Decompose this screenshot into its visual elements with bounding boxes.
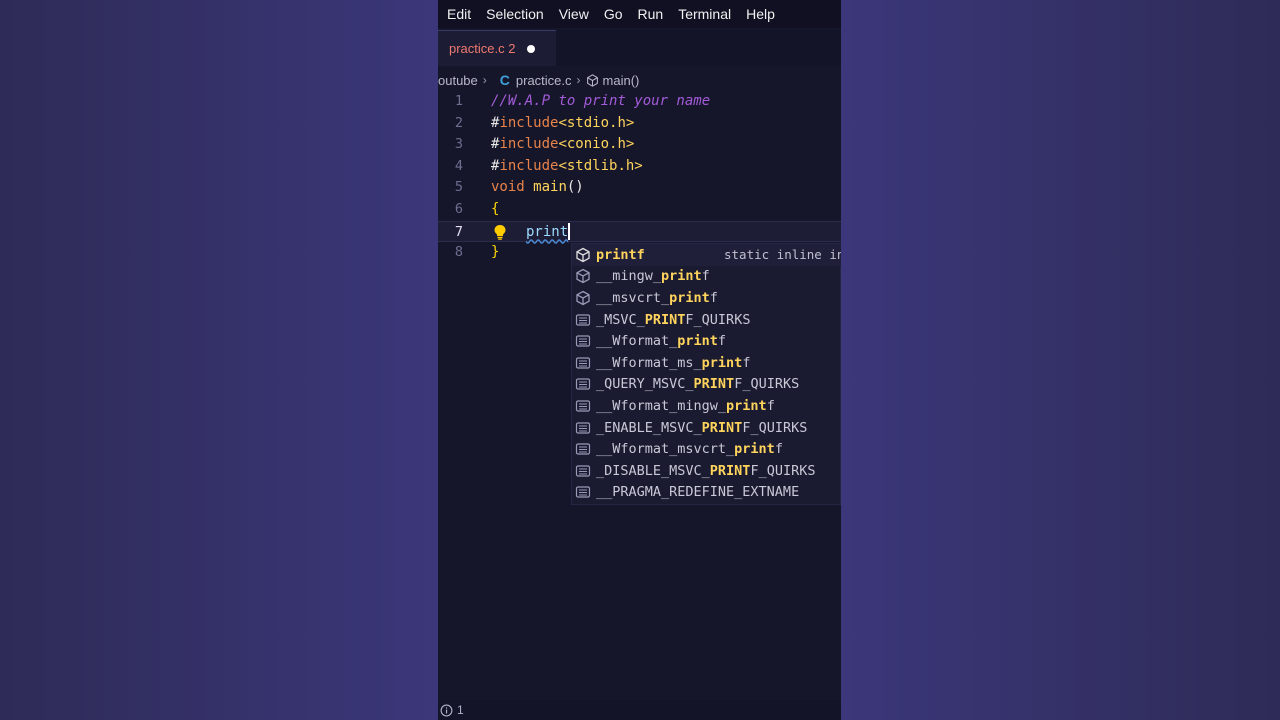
status-bar: 1 [438,700,841,720]
include-directive: #include<conio.h> [491,136,635,153]
tab-label: practice.c 2 [449,41,516,56]
suggestion-label: _DISABLE_MSVC_PRINTF_QUIRKS [596,462,816,479]
suggestion-item[interactable]: _DISABLE_MSVC_PRINTF_QUIRKS [572,460,841,482]
code-line: 5 void main() [438,177,841,198]
line-number: 6 [454,201,463,217]
method-cube-icon [576,269,590,284]
typed-text: print [526,223,569,240]
code-line-current: 7 print [438,220,841,243]
lightbulb-icon[interactable] [493,224,507,240]
include-directive: #include<stdio.h> [491,114,635,131]
menu-terminal[interactable]: Terminal [678,6,731,22]
main-declaration: void main() [491,179,584,196]
breadcrumb-file[interactable]: practice.c [516,73,572,88]
code-line: 2 #include<stdio.h> [438,113,841,134]
line-number: 3 [454,136,463,153]
text-keyword-icon [575,313,591,326]
text-keyword-icon [575,443,591,455]
autocomplete-suggestions: printf static inline in __mingw_printf __ms… [571,243,841,505]
line-number: 4 [454,157,463,174]
menu-edit[interactable]: Edit [447,6,471,22]
suggestion-label: __PRAGMA_REDEFINE_EXTNAME [596,484,800,501]
line-number: 7 [454,223,463,240]
text-cursor [568,223,571,241]
method-cube-icon [576,247,590,263]
suggestion-label: __mingw_printf [596,268,710,285]
suggestion-label: _QUERY_MSVC_PRINTF_QUIRKS [596,376,800,393]
close-brace: } [491,244,500,261]
background-left [0,0,438,720]
menu-view[interactable]: View [559,6,589,22]
suggestion-label: __Wformat_msvcrt_printf [596,441,783,458]
menu-go[interactable]: Go [604,6,623,22]
open-brace: { [491,201,500,217]
suggestion-item[interactable]: __Wformat_ms_printf [572,352,841,374]
line-number: 1 [454,93,463,109]
suggestion-label: _ENABLE_MSVC_PRINTF_QUIRKS [596,419,808,436]
text-keyword-icon [575,400,591,412]
text-keyword-icon [575,357,591,369]
chevron-right-icon: › [576,73,581,87]
suggestion-item[interactable]: _MSVC_PRINTF_QUIRKS [572,309,841,331]
menu-bar: Edit Selection View Go Run Terminal Help [438,0,841,28]
code-line: 4 #include<stdlib.h> [438,156,841,177]
text-keyword-icon [575,335,591,347]
suggestion-item[interactable]: __Wformat_msvcrt_printf [572,438,841,460]
suggestion-label: __Wformat_ms_printf [596,354,751,371]
code-line: 1 //W.A.P to print your name [438,91,841,112]
line-number: 5 [454,179,463,196]
suggestion-item[interactable]: __Wformat_printf [572,330,841,352]
breadcrumb-folder[interactable]: outube [438,73,478,88]
text-keyword-icon [575,378,591,390]
menu-selection[interactable]: Selection [486,6,544,22]
menu-run[interactable]: Run [638,6,664,22]
tab-bar: practice.c 2 [438,30,841,66]
line-number: 8 [454,244,463,261]
suggestion-item[interactable]: __msvcrt_printf [572,287,841,309]
suggestion-label: __msvcrt_printf [596,289,718,306]
code-editor-window: Edit Selection View Go Run Terminal Help… [438,0,841,720]
menu-help[interactable]: Help [746,6,775,22]
include-directive: #include<stdlib.h> [491,157,643,174]
suggestion-item[interactable]: printf static inline in [572,244,841,266]
method-cube-icon [586,73,598,87]
text-keyword-icon [575,421,591,434]
suggestion-item[interactable]: _QUERY_MSVC_PRINTF_QUIRKS [572,374,841,396]
suggestion-item[interactable]: __Wformat_mingw_printf [572,395,841,417]
info-count[interactable]: 1 [457,703,464,717]
comment-text: //W.A.P to print your name [491,93,711,109]
c-file-icon: C [499,72,510,88]
method-cube-icon [576,290,590,306]
suggestion-detail: static inline in [724,247,841,263]
line-number: 2 [454,114,463,131]
breadcrumb-symbol[interactable]: main() [603,73,640,88]
unsaved-dot-icon[interactable] [527,44,536,53]
code-line: 3 #include<conio.h> [438,134,841,155]
typing-line: print [526,222,571,243]
suggestion-label: __Wformat_printf [596,333,727,350]
suggestion-label: __Wformat_mingw_printf [596,397,775,414]
suggestion-label: printf [596,246,645,263]
code-line: 6 { [438,199,841,220]
chevron-right-icon: › [482,73,487,87]
suggestion-item[interactable]: __PRAGMA_REDEFINE_EXTNAME [572,482,841,504]
breadcrumb: outube › C practice.c › main() [438,70,841,90]
suggestion-item[interactable]: _ENABLE_MSVC_PRINTF_QUIRKS [572,417,841,439]
tab-practice-c[interactable]: practice.c 2 [438,30,556,66]
suggestion-item[interactable]: __mingw_printf [572,266,841,288]
text-keyword-icon [575,486,591,498]
background-right [841,0,1280,720]
suggestion-label: _MSVC_PRINTF_QUIRKS [596,311,751,328]
text-keyword-icon [575,465,591,477]
info-circle-icon[interactable] [440,704,453,717]
